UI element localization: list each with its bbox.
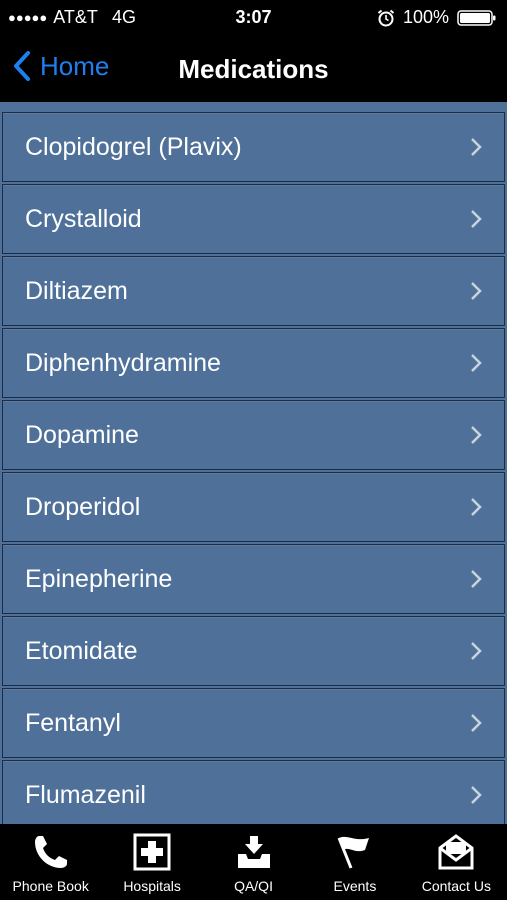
alarm-clock-icon bbox=[377, 9, 395, 26]
chevron-right-icon bbox=[471, 138, 482, 156]
list-item-label: Epinepherine bbox=[25, 565, 173, 593]
list-item-label: Clopidogrel (Plavix) bbox=[25, 133, 242, 161]
chevron-right-icon bbox=[471, 210, 482, 228]
tab-events[interactable]: Events bbox=[304, 824, 405, 900]
list-item[interactable]: Etomidate bbox=[2, 616, 505, 686]
chevron-right-icon bbox=[471, 642, 482, 660]
tab-label: Events bbox=[333, 878, 377, 894]
navigation-bar: Home Medications bbox=[0, 34, 507, 102]
tab-bar: Phone Book Hospitals QA/QI Events Contac… bbox=[0, 824, 507, 900]
tab-qa-qi[interactable]: QA/QI bbox=[203, 824, 304, 900]
list-item[interactable]: Dopamine bbox=[2, 400, 505, 470]
list-item-label: Droperidol bbox=[25, 493, 141, 521]
list-item-label: Diltiazem bbox=[25, 277, 128, 305]
chevron-right-icon bbox=[471, 570, 482, 588]
chevron-right-icon bbox=[471, 282, 482, 300]
list-item-label: Etomidate bbox=[25, 637, 138, 665]
page-title: Medications bbox=[178, 54, 329, 84]
list-item[interactable]: Flumazenil bbox=[2, 760, 505, 830]
list-item-label: Dopamine bbox=[25, 421, 139, 449]
envelope-icon bbox=[438, 834, 474, 870]
list-item-label: Fentanyl bbox=[25, 709, 121, 737]
list-item-label: Diphenhydramine bbox=[25, 349, 221, 377]
tab-label: Phone Book bbox=[12, 878, 89, 894]
tab-label: QA/QI bbox=[234, 878, 273, 894]
list-item[interactable]: Clopidogrel (Plavix) bbox=[2, 112, 505, 182]
status-bar: ●●●●● AT&T 4G 3:07 100% bbox=[0, 0, 507, 34]
list-item[interactable]: Fentanyl bbox=[2, 688, 505, 758]
inbox-download-icon bbox=[237, 836, 270, 868]
status-right: 100% bbox=[377, 7, 497, 28]
medication-list: Clopidogrel (Plavix) Crystalloid Diltiaz… bbox=[0, 102, 507, 832]
flag-icon bbox=[337, 836, 369, 869]
tab-hospitals[interactable]: Hospitals bbox=[101, 824, 202, 900]
tab-contact-us[interactable]: Contact Us bbox=[406, 824, 507, 900]
phone-icon bbox=[34, 836, 67, 868]
chevron-right-icon bbox=[471, 426, 482, 444]
list-item[interactable]: Droperidol bbox=[2, 472, 505, 542]
list-item[interactable]: Diltiazem bbox=[2, 256, 505, 326]
chevron-right-icon bbox=[471, 498, 482, 516]
chevron-right-icon bbox=[471, 786, 482, 804]
list-item[interactable]: Crystalloid bbox=[2, 184, 505, 254]
tab-label: Contact Us bbox=[421, 878, 491, 894]
battery-icon bbox=[457, 9, 496, 26]
tab-phone-book[interactable]: Phone Book bbox=[0, 824, 101, 900]
hospital-cross-icon bbox=[133, 833, 171, 871]
list-item-label: Crystalloid bbox=[25, 205, 142, 233]
chevron-right-icon bbox=[471, 714, 482, 732]
battery-percent: 100% bbox=[402, 7, 449, 27]
chevron-right-icon bbox=[471, 354, 482, 372]
list-item[interactable]: Epinepherine bbox=[2, 544, 505, 614]
tab-label: Hospitals bbox=[123, 878, 181, 894]
list-item[interactable]: Diphenhydramine bbox=[2, 328, 505, 398]
list-item-label: Flumazenil bbox=[25, 781, 146, 809]
